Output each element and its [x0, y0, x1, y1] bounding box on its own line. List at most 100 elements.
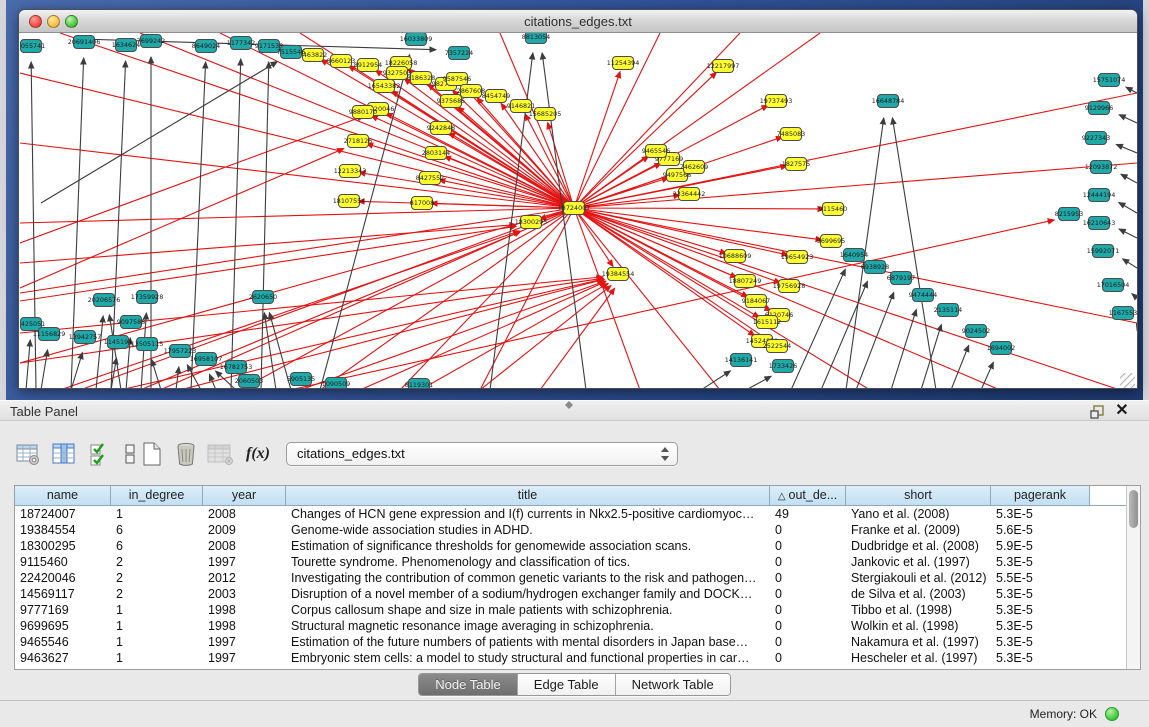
network-node[interactable]: 15992071 [1087, 245, 1120, 258]
network-node[interactable]: 16033809 [400, 33, 433, 46]
network-node[interactable]: 8119301 [405, 379, 433, 390]
network-node[interactable]: 1615112 [753, 316, 781, 329]
table-cell[interactable]: 1997 [203, 650, 286, 666]
network-node[interactable]: 1640954 [840, 249, 868, 262]
table-cell[interactable]: 5.3E-5 [991, 506, 1090, 522]
table-cell[interactable]: 19384554 [15, 522, 111, 538]
network-node[interactable]: 8912954 [354, 59, 382, 72]
table-cell[interactable]: Jankovic et al. (1997) [846, 554, 991, 570]
table-cell[interactable]: de Silva et al. (2003) [846, 586, 991, 602]
network-node[interactable]: 10688609 [719, 250, 752, 263]
table-cell[interactable]: 9777169 [15, 602, 111, 618]
network-node[interactable]: 8649024 [192, 40, 220, 53]
window-titlebar[interactable]: citations_edges.txt [19, 10, 1137, 33]
network-node[interactable]: 9024502 [962, 325, 990, 338]
table-cell[interactable]: Nakamura et al. (1997) [846, 634, 991, 650]
table-cell[interactable]: 6 [111, 522, 203, 538]
table-cell[interactable]: Tourette syndrome. Phenomenology and cla… [286, 554, 770, 570]
table-cell[interactable]: 0 [770, 570, 846, 586]
table-cell[interactable]: 5.5E-5 [991, 570, 1090, 586]
table-cell[interactable]: 0 [770, 522, 846, 538]
table-cell[interactable]: 9115460 [15, 554, 111, 570]
network-node[interactable]: 9699695 [817, 235, 845, 248]
table-cell[interactable]: 1998 [203, 602, 286, 618]
network-node[interactable]: 18300295 [515, 216, 548, 229]
table-cell[interactable]: 5.3E-5 [991, 602, 1090, 618]
network-node[interactable]: 817008 [410, 197, 434, 210]
table-row[interactable]: 1938455462009Genome-wide association stu… [15, 522, 1127, 538]
table-cell[interactable]: Genome-wide association studies in ADHD. [286, 522, 770, 538]
table-cell[interactable]: 5.6E-5 [991, 522, 1090, 538]
table-cell[interactable]: Embryonic stem cells: a model to study s… [286, 650, 770, 666]
network-node[interactable]: 8813054 [522, 33, 550, 44]
network-node[interactable]: 6879197 [887, 272, 915, 285]
network-node[interactable]: 9242848 [427, 122, 455, 135]
network-node[interactable]: 15685205 [529, 108, 562, 121]
table-cell[interactable]: 0 [770, 586, 846, 602]
table-cell[interactable]: 1998 [203, 618, 286, 634]
table-cell[interactable]: 2 [111, 570, 203, 586]
table-cell[interactable]: 5.3E-5 [991, 634, 1090, 650]
table-cell[interactable]: Hescheler et al. (1997) [846, 650, 991, 666]
table-cell[interactable]: Corpus callosum shape and size in male p… [286, 602, 770, 618]
network-node[interactable]: 9097588 [117, 316, 145, 329]
network-node[interactable]: 12444194 [1083, 189, 1116, 202]
table-cell[interactable]: 1 [111, 634, 203, 650]
network-node[interactable]: 2135114 [934, 304, 962, 317]
table-row[interactable]: 1830029562008Estimation of significance … [15, 538, 1127, 554]
network-node[interactable]: 8215953 [1055, 208, 1083, 221]
tab-edge-table[interactable]: Edge Table [518, 674, 616, 695]
table-row[interactable]: 2242004622012Investigating the contribut… [15, 570, 1127, 586]
column-header-year[interactable]: year [203, 486, 286, 506]
network-canvas[interactable]: 1872400718300295193845547463822866012389… [20, 33, 1137, 389]
network-node[interactable]: 15751074 [1093, 74, 1126, 87]
network-node[interactable]: 7515546 [277, 46, 305, 59]
network-node[interactable]: 19654923 [781, 251, 814, 264]
network-node[interactable]: 13505115 [131, 338, 164, 351]
split-divider-handle[interactable] [563, 400, 577, 408]
function-builder-icon[interactable]: f(x) [244, 440, 272, 468]
table-cell[interactable]: 1 [111, 602, 203, 618]
network-node[interactable]: 12213343 [334, 165, 367, 178]
network-node[interactable]: 1827575 [782, 158, 810, 171]
table-cell[interactable]: 6 [111, 538, 203, 554]
network-node[interactable]: 9115460 [819, 203, 847, 216]
column-header-in_degree[interactable]: in_degree [111, 486, 203, 506]
network-node[interactable]: 2522544 [763, 340, 791, 353]
network-node[interactable]: 1694002 [987, 342, 1015, 355]
network-node[interactable]: 11156829 [33, 328, 66, 341]
network-node[interactable]: 12217997 [707, 60, 740, 73]
table-cell[interactable]: 9465546 [15, 634, 111, 650]
resize-grip[interactable] [1120, 373, 1135, 388]
network-node[interactable]: 9184067 [742, 295, 770, 308]
network-node[interactable]: 9465546 [642, 145, 670, 158]
table-cell[interactable]: 0 [770, 538, 846, 554]
vertical-scrollbar[interactable] [1126, 486, 1140, 669]
table-cell[interactable]: Investigating the contribution of common… [286, 570, 770, 586]
table-cell[interactable]: 2009 [203, 522, 286, 538]
column-header-title[interactable]: title [286, 486, 770, 506]
network-node[interactable]: 1177342 [227, 37, 255, 50]
network-node[interactable]: 2803144 [422, 147, 450, 160]
table-cell[interactable]: 1 [111, 650, 203, 666]
table-row[interactable]: 1456911722003Disruption of a novel membe… [15, 586, 1127, 602]
table-cell[interactable]: Estimation of significance thresholds fo… [286, 538, 770, 554]
network-node[interactable]: 8454749 [482, 90, 510, 103]
table-row[interactable]: 911546021997Tourette syndrome. Phenomeno… [15, 554, 1127, 570]
network-node[interactable]: 7357224 [445, 47, 473, 60]
network-node[interactable]: 1167553 [1109, 307, 1137, 320]
new-table-icon[interactable] [138, 440, 166, 468]
network-node[interactable]: 5905135 [287, 373, 315, 386]
table-cell[interactable]: Franke et al. (2009) [846, 522, 991, 538]
network-node[interactable]: 19737493 [760, 95, 793, 108]
table-row[interactable]: 969969511998Structural magnetic resonanc… [15, 618, 1127, 634]
table-row[interactable]: 946554611997Estimation of the future num… [15, 634, 1127, 650]
float-panel-icon[interactable] [1089, 404, 1105, 420]
table-row[interactable]: 1872400712008Changes of HCN gene express… [15, 506, 1127, 522]
network-graph[interactable]: 1872400718300295193845547463822866012389… [20, 33, 1137, 389]
table-cell[interactable]: Tibbo et al. (1998) [846, 602, 991, 618]
table-cell[interactable]: Dudbridge et al. (2008) [846, 538, 991, 554]
table-cell[interactable]: 2003 [203, 586, 286, 602]
network-node[interactable]: 17016504 [1097, 279, 1130, 292]
network-node[interactable]: 7462609 [680, 161, 708, 174]
